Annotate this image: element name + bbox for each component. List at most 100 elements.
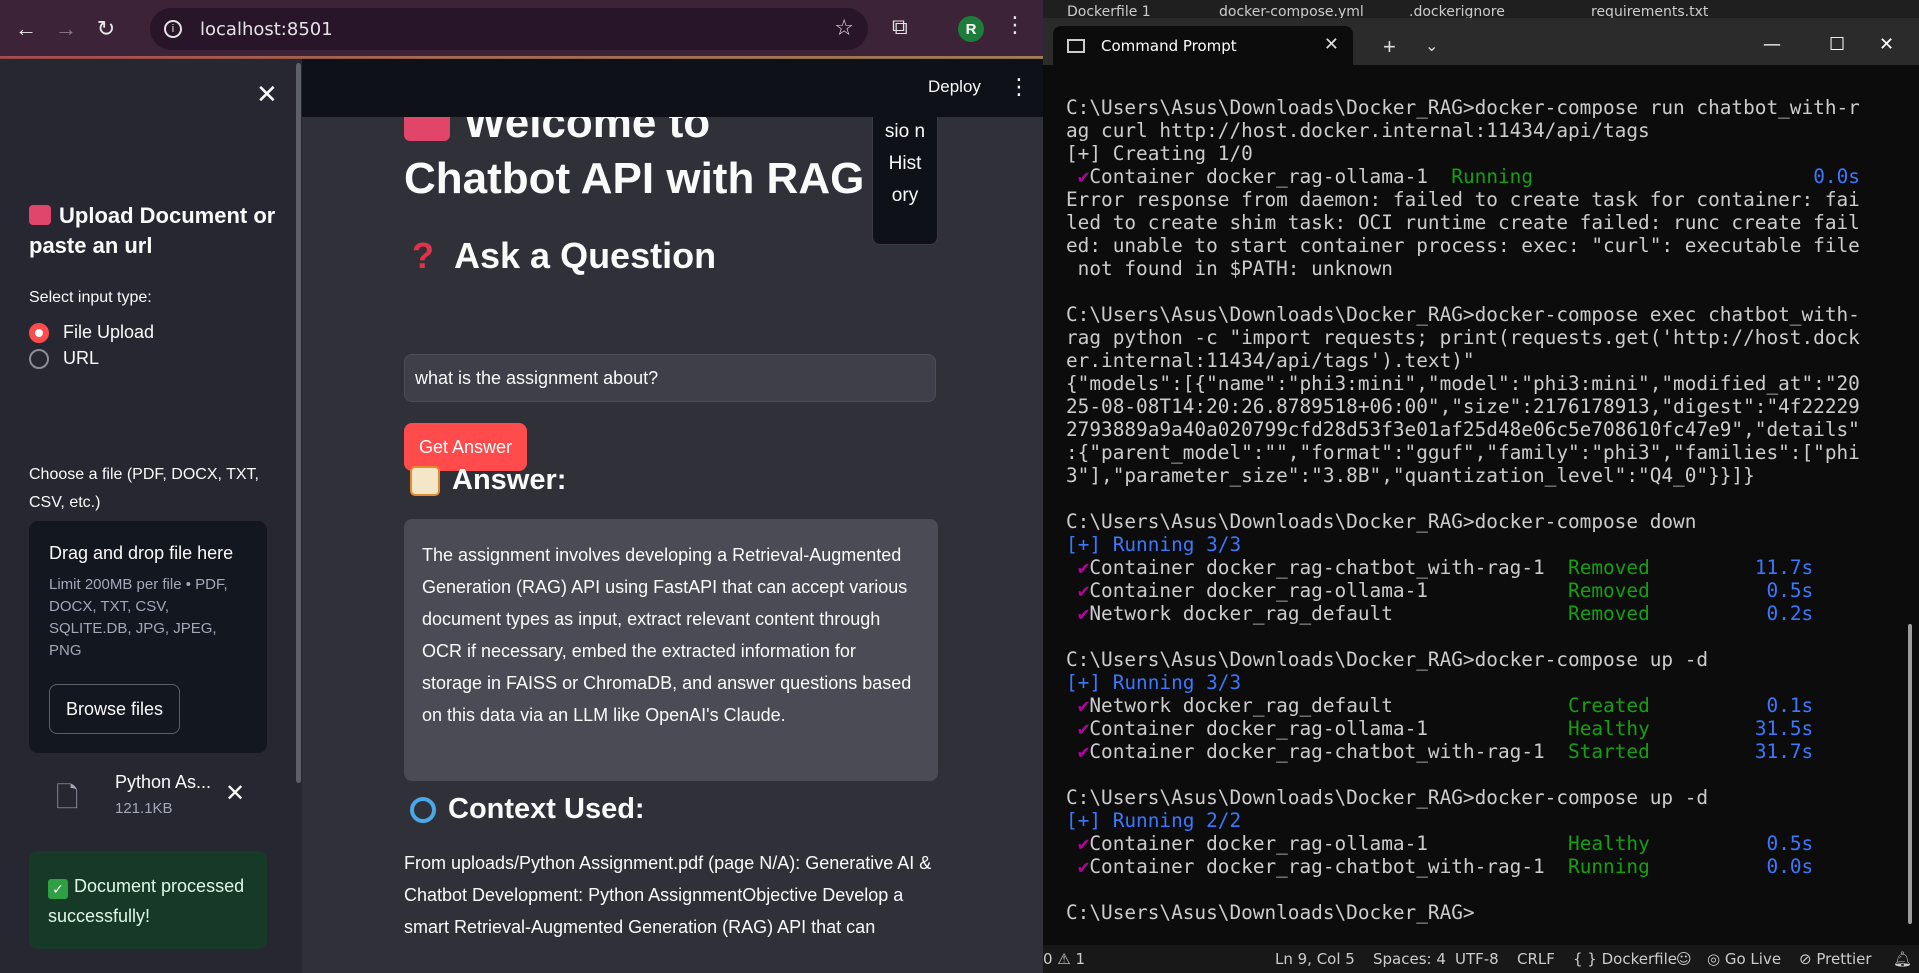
radio-url[interactable]: URL — [29, 348, 99, 369]
terminal-line: er.internal:11434/api/tags').text)" — [1066, 349, 1475, 372]
terminal-line: C:\Users\Asus\Downloads\Docker_RAG> — [1066, 901, 1475, 924]
input-type-label: Select input type: — [29, 289, 152, 306]
problems-indicator[interactable]: 0 ⚠ 1 — [1043, 950, 1085, 968]
ask-heading-text: Ask a Question — [454, 235, 717, 276]
radio-label[interactable]: URL — [63, 348, 99, 369]
address-bar[interactable]: i localhost:8501 ☆ — [150, 8, 868, 50]
profile-avatar[interactable]: R — [958, 16, 984, 42]
browser-toolbar: ← → ↻ i localhost:8501 ☆ ⧉ R ⋮ — [0, 0, 1043, 58]
terminal-line: ✔Container docker_rag-chatbot_with-rag-1… — [1077, 556, 1814, 579]
terminal-line: Error response from daemon: failed to cr… — [1066, 188, 1860, 211]
close-sidebar-icon[interactable]: ✕ — [256, 79, 278, 110]
uploaded-file-item: 🗋 Python As... 121.1KB ✕ — [56, 769, 266, 819]
answer-box: The assignment involves developing a Ret… — [404, 519, 938, 781]
chrome-menu-icon[interactable]: ⋮ — [1004, 12, 1026, 38]
terminal-line: ✔Container docker_rag-chatbot_with-rag-1… — [1077, 855, 1814, 878]
terminal-line: [+] Running 2/2 — [1066, 809, 1242, 832]
answer-heading: Answer: — [410, 464, 566, 497]
notifications-bell-icon[interactable]: 🔔︎ — [1893, 950, 1912, 968]
context-heading-text: Context Used: — [448, 793, 645, 825]
url-text[interactable]: localhost:8501 — [200, 19, 333, 40]
terminal-line: led to create shim task: OCI runtime cre… — [1066, 211, 1860, 234]
reload-icon[interactable]: ↻ — [86, 9, 126, 49]
line-endings[interactable]: CRLF — [1517, 950, 1555, 968]
browser-window: ← → ↻ i localhost:8501 ☆ ⧉ R ⋮ ✕ Upload … — [0, 0, 1043, 973]
radio-label[interactable]: File Upload — [63, 322, 154, 343]
terminal-line: ✔Container docker_rag-ollama-1 Healthy 0… — [1077, 832, 1814, 855]
magnifier-icon — [410, 796, 436, 823]
close-window-icon[interactable]: ✕ — [1879, 34, 1894, 55]
go-live-label: Go Live — [1724, 950, 1782, 968]
back-icon[interactable]: ← — [6, 9, 46, 49]
main-menu-icon[interactable]: ⋮ — [1008, 74, 1030, 100]
context-heading: Context Used: — [410, 793, 645, 826]
terminal-line: ✔Network docker_rag_default Created 0.1s — [1077, 694, 1814, 717]
remove-file-icon[interactable]: ✕ — [225, 779, 245, 808]
terminal-line: ✔Container docker_rag-ollama-1 Running 0… — [1077, 165, 1860, 188]
terminal-line: ✔Container docker_rag-ollama-1 Removed 0… — [1077, 579, 1814, 602]
terminal-tab-title: Command Prompt — [1101, 36, 1237, 55]
maximize-icon[interactable]: ☐ — [1829, 34, 1845, 55]
terminal-tab[interactable]: Command Prompt ✕ — [1053, 26, 1353, 65]
terminal-line: ✔Container docker_rag-ollama-1 Healthy 3… — [1077, 717, 1814, 740]
extensions-icon[interactable]: ⧉ — [892, 14, 922, 44]
terminal-line: ag curl http://host.docker.internal:1143… — [1066, 119, 1650, 142]
file-uploader-label: Choose a file (PDF, DOCX, TXT, CSV, etc.… — [29, 466, 259, 511]
terminal-line: 2793889a9a40a020799cfd28d53f3e01af25d48e… — [1066, 418, 1860, 441]
go-live-button[interactable]: ◎ Go Live — [1707, 950, 1781, 968]
cursor-position[interactable]: Ln 9, Col 5 — [1275, 950, 1355, 968]
sidebar-title: Upload Document or paste an url — [29, 201, 279, 261]
answer-heading-text: Answer: — [452, 464, 567, 496]
radio-unselected-icon[interactable] — [29, 348, 49, 369]
encoding[interactable]: UTF-8 — [1455, 950, 1499, 968]
terminal-scrollbar[interactable] — [1908, 624, 1912, 924]
minimize-icon[interactable]: — — [1763, 34, 1781, 55]
app-header: Deploy ⋮ — [302, 59, 1043, 117]
terminal-line: rag python -c "import requests; print(re… — [1066, 326, 1860, 349]
terminal-line: :{"parent_model":"","format":"gguf","fam… — [1066, 441, 1860, 464]
terminal-line: 3"],"parameter_size":"3.8B","quantizatio… — [1066, 464, 1755, 487]
bookmark-star-icon[interactable]: ☆ — [834, 15, 854, 41]
terminal-output[interactable]: C:\Users\Asus\Downloads\Docker_RAG>docke… — [1066, 96, 1886, 924]
memo-icon — [410, 465, 440, 496]
file-dropzone[interactable]: Drag and drop file here Limit 200MB per … — [29, 521, 267, 753]
file-icon: 🗋 — [56, 782, 79, 813]
success-alert: ✓ Document processed successfully! — [29, 851, 267, 949]
copilot-icon[interactable]: ☺ — [1676, 950, 1692, 968]
success-text: Document processed successfully! — [48, 876, 245, 926]
terminal-line: [+] Running 3/3 — [1066, 533, 1242, 556]
language-mode[interactable]: { } Dockerfile — [1573, 950, 1677, 968]
prettier-check-icon: ⊘ — [1799, 950, 1817, 968]
session-history-panel[interactable]: sio n Hist ory — [872, 117, 938, 245]
site-info-icon[interactable]: i — [164, 20, 182, 38]
check-mark-icon: ✓ — [48, 879, 68, 899]
radio-file-upload[interactable]: File Upload — [29, 322, 154, 343]
toolbox-icon — [404, 117, 450, 141]
forward-icon[interactable]: → — [46, 9, 86, 49]
chevron-down-icon[interactable]: ⌄ — [1425, 36, 1438, 56]
terminal-line: C:\Users\Asus\Downloads\Docker_RAG>docke… — [1066, 303, 1860, 326]
question-input[interactable] — [404, 354, 936, 402]
deploy-button[interactable]: Deploy — [928, 77, 981, 97]
radio-selected-icon[interactable] — [29, 322, 49, 343]
close-tab-icon[interactable]: ✕ — [1324, 34, 1339, 55]
command-prompt-icon — [1067, 38, 1085, 53]
sidebar-scrollbar[interactable] — [296, 63, 301, 783]
terminal-window: Dockerfile 1 docker-compose.yml .dockeri… — [1043, 0, 1919, 973]
terminal-line: C:\Users\Asus\Downloads\Docker_RAG>docke… — [1066, 786, 1709, 809]
inbox-tray-icon — [29, 205, 51, 225]
new-tab-icon[interactable]: + — [1383, 34, 1396, 60]
dropzone-title: Drag and drop file here — [49, 543, 234, 563]
browse-files-button[interactable]: Browse files — [49, 684, 181, 734]
page-title: Welcome to Chatbot API with RAG — [404, 117, 874, 207]
streamlit-sidebar: ✕ Upload Document or paste an url Select… — [0, 59, 302, 973]
terminal-line: ✔Container docker_rag-chatbot_with-rag-1… — [1077, 740, 1814, 763]
indentation[interactable]: Spaces: 4 — [1373, 950, 1446, 968]
prettier-button[interactable]: ⊘ Prettier — [1799, 950, 1872, 968]
broadcast-icon: ◎ — [1707, 950, 1725, 968]
terminal-line: not found in $PATH: unknown — [1066, 257, 1393, 280]
